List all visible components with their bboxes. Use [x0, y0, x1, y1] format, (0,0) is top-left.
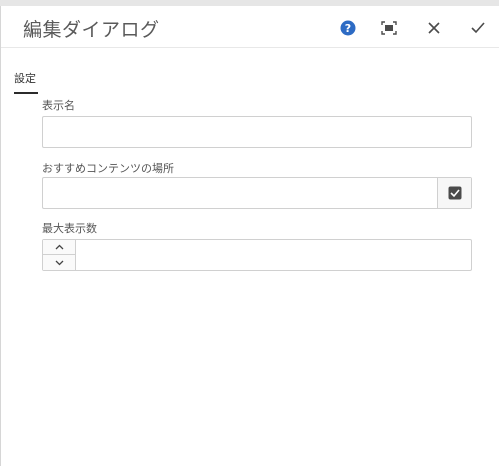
- done-button[interactable]: [467, 17, 489, 39]
- recommended-location-input[interactable]: [43, 178, 439, 208]
- max-display-count-field: [42, 239, 472, 271]
- checkmark-icon: [471, 22, 485, 34]
- help-icon: ?: [340, 20, 356, 36]
- dialog-title: 編集ダイアログ: [23, 19, 160, 41]
- dialog-header: 編集ダイアログ ?: [1, 6, 499, 48]
- edit-dialog: 編集ダイアログ ? 設定 表示名 おすすめコンテンツの場所 最大表示数: [0, 6, 499, 466]
- close-icon: [428, 22, 440, 34]
- tab-settings[interactable]: 設定: [14, 70, 38, 94]
- max-display-count-input[interactable]: [76, 240, 471, 270]
- display-name-input[interactable]: [42, 116, 472, 148]
- help-button[interactable]: ?: [337, 17, 359, 39]
- fullscreen-icon: [381, 21, 397, 35]
- recommended-location-field: [42, 177, 472, 209]
- number-stepper: [43, 240, 76, 270]
- step-down-button[interactable]: [43, 255, 75, 270]
- close-button[interactable]: [423, 17, 445, 39]
- fullscreen-button[interactable]: [378, 17, 400, 39]
- chevron-up-icon: [55, 244, 63, 250]
- path-picker-button[interactable]: [437, 178, 471, 208]
- path-picker-icon: [448, 186, 461, 200]
- recommended-location-label: おすすめコンテンツの場所: [42, 162, 174, 175]
- chevron-down-icon: [55, 260, 63, 265]
- step-up-button[interactable]: [43, 240, 75, 255]
- max-display-count-label: 最大表示数: [42, 222, 97, 235]
- display-name-label: 表示名: [42, 99, 75, 112]
- svg-text:?: ?: [345, 22, 351, 35]
